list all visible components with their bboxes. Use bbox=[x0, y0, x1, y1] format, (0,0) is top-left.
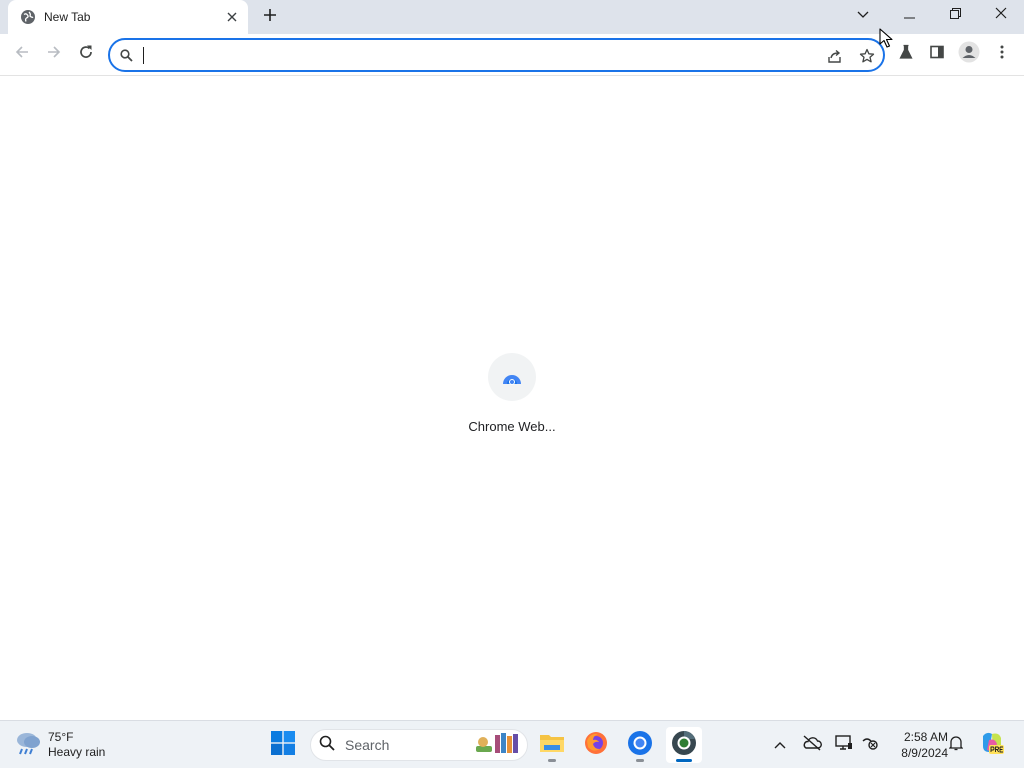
side-panel-icon bbox=[929, 44, 945, 65]
kebab-menu-icon bbox=[1000, 45, 1004, 64]
taskbar-app-file-explorer[interactable] bbox=[534, 727, 570, 763]
display-network-icon bbox=[835, 734, 853, 756]
taskbar-search[interactable]: Search bbox=[310, 729, 528, 761]
reload-button[interactable] bbox=[71, 39, 101, 69]
profile-button[interactable] bbox=[954, 39, 984, 69]
tray-onedrive[interactable] bbox=[800, 733, 824, 757]
weather-condition: Heavy rain bbox=[48, 745, 106, 759]
search-icon bbox=[118, 47, 134, 63]
tab-new-tab[interactable]: New Tab bbox=[8, 0, 248, 34]
forward-button[interactable] bbox=[39, 39, 69, 69]
chrome-icon bbox=[627, 730, 653, 761]
tray-overflow-button[interactable] bbox=[768, 733, 792, 757]
onedrive-offline-icon bbox=[802, 734, 822, 756]
windows-logo-icon bbox=[271, 730, 295, 760]
side-panel-button[interactable] bbox=[922, 39, 952, 69]
chevron-down-icon bbox=[857, 6, 869, 24]
browser-toolbar bbox=[0, 34, 1024, 76]
rain-cloud-icon bbox=[14, 730, 42, 761]
new-tab-button[interactable] bbox=[258, 5, 282, 29]
weather-widget[interactable]: 75°F Heavy rain bbox=[14, 727, 105, 763]
tab-strip: New Tab bbox=[0, 0, 1024, 34]
windows-taskbar: 75°F Heavy rain Search 2:58 AM 8/9/2024 bbox=[0, 720, 1024, 768]
taskbar-app-chrome[interactable] bbox=[622, 727, 658, 763]
chrome-dev-icon bbox=[671, 730, 697, 761]
file-explorer-icon bbox=[539, 732, 565, 759]
address-input[interactable] bbox=[142, 44, 782, 66]
tab-title: New Tab bbox=[44, 10, 91, 24]
close-window-button[interactable] bbox=[978, 0, 1024, 30]
tab-search-button[interactable] bbox=[840, 0, 886, 30]
globe-icon bbox=[20, 9, 36, 25]
system-clock[interactable]: 2:58 AM 8/9/2024 bbox=[884, 729, 948, 761]
text-caret bbox=[143, 47, 144, 64]
tray-status[interactable] bbox=[858, 733, 882, 757]
tray-network[interactable] bbox=[832, 733, 856, 757]
settings-status-icon bbox=[861, 735, 879, 756]
clock-date: 8/9/2024 bbox=[901, 746, 948, 760]
running-indicator bbox=[548, 759, 556, 762]
restore-icon bbox=[949, 6, 961, 24]
profile-icon bbox=[958, 41, 980, 68]
arrow-right-icon bbox=[46, 44, 62, 65]
start-button[interactable] bbox=[265, 727, 301, 763]
clock-time: 2:58 AM bbox=[903, 730, 948, 744]
share-icon[interactable] bbox=[823, 44, 847, 68]
weather-temperature: 75°F bbox=[48, 730, 74, 744]
copilot-button[interactable] bbox=[978, 731, 1006, 759]
notifications-button[interactable] bbox=[944, 733, 968, 757]
firefox-icon bbox=[584, 731, 608, 760]
star-icon[interactable] bbox=[855, 44, 879, 68]
library-books-icon bbox=[473, 730, 523, 761]
running-indicator bbox=[636, 759, 644, 762]
minimize-icon bbox=[903, 6, 915, 24]
shortcut-label: Chrome Web... bbox=[468, 419, 556, 434]
taskbar-app-firefox[interactable] bbox=[578, 727, 614, 763]
close-icon bbox=[995, 6, 1007, 24]
mouse-cursor-icon bbox=[879, 28, 895, 50]
chevron-up-icon bbox=[774, 736, 786, 754]
back-button[interactable] bbox=[7, 39, 37, 69]
new-tab-page: Chrome Web... bbox=[0, 77, 1024, 720]
bell-icon bbox=[948, 735, 964, 756]
active-window-indicator bbox=[676, 759, 692, 762]
chrome-web-store-icon bbox=[488, 353, 536, 401]
restore-button[interactable] bbox=[932, 0, 978, 30]
search-icon bbox=[319, 735, 335, 756]
shortcut-tile[interactable]: Chrome Web... bbox=[462, 353, 562, 434]
minimize-button[interactable] bbox=[886, 0, 932, 30]
close-icon[interactable] bbox=[222, 7, 242, 27]
arrow-left-icon bbox=[14, 44, 30, 65]
taskbar-search-label: Search bbox=[345, 737, 390, 753]
taskbar-app-chrome-dev[interactable] bbox=[666, 727, 702, 763]
labs-flask-icon bbox=[898, 44, 914, 65]
address-bar[interactable] bbox=[108, 38, 885, 72]
reload-icon bbox=[78, 44, 94, 65]
menu-button[interactable] bbox=[987, 39, 1017, 69]
copilot-pre-icon bbox=[979, 730, 1005, 761]
chrome-labs-button[interactable] bbox=[891, 39, 921, 69]
plus-icon bbox=[263, 8, 277, 27]
